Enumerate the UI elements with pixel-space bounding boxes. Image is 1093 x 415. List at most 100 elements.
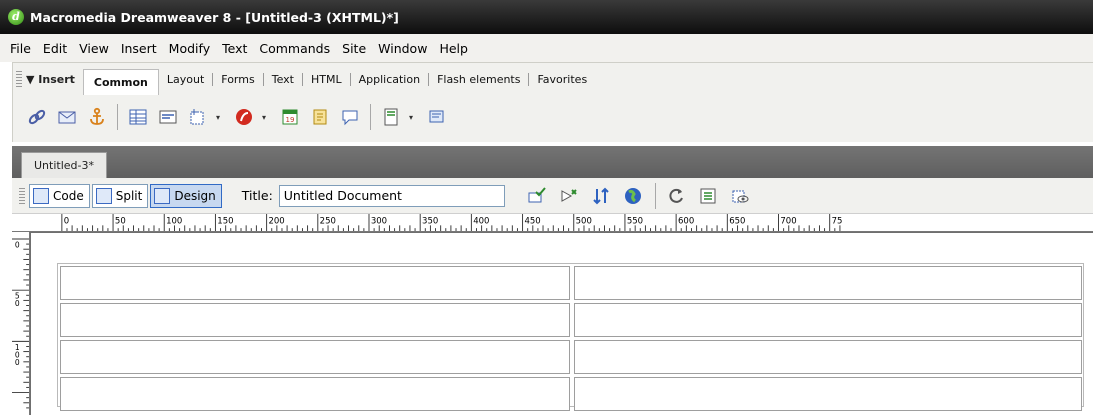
table-cell[interactable] [60, 340, 570, 374]
ruler-label: 0 [15, 240, 20, 249]
refresh-icon[interactable] [664, 184, 688, 208]
ruler-label: 150 [217, 216, 233, 226]
tab-html[interactable]: HTML [301, 72, 350, 86]
table-cell[interactable] [574, 377, 1082, 411]
head-icon[interactable] [379, 105, 403, 129]
ruler-label: 100 [166, 216, 182, 226]
document-window: Untitled-3* Code Split Design Title: Unt… [12, 146, 1093, 415]
table-cell[interactable] [574, 340, 1082, 374]
code-view-icon [33, 187, 49, 204]
tab-flash-elements[interactable]: Flash elements [428, 72, 528, 86]
table-row [60, 266, 1082, 300]
insert-tabs: ▼ Insert Common Layout Forms Text HTML A… [13, 63, 1093, 95]
separator [654, 182, 656, 209]
table-cell[interactable] [60, 377, 570, 411]
page-title-input[interactable] [278, 184, 505, 207]
ruler-label: 0 [15, 299, 20, 308]
menu-insert[interactable]: Insert [115, 41, 163, 56]
code-view-label: Code [53, 188, 84, 203]
chevron-down-icon[interactable]: ▾ [409, 113, 417, 122]
email-link-icon[interactable] [55, 105, 79, 129]
tab-forms[interactable]: Forms [212, 72, 262, 86]
validate-icon[interactable] [525, 184, 549, 208]
chevron-down-icon[interactable]: ▾ [262, 113, 270, 122]
menu-site[interactable]: Site [336, 41, 372, 56]
chevron-down-icon[interactable]: ▾ [216, 113, 224, 122]
tab-favorites[interactable]: Favorites [528, 72, 595, 86]
sync-icon[interactable] [589, 184, 613, 208]
separator [117, 104, 118, 130]
named-anchor-icon[interactable] [85, 105, 109, 129]
ruler-label: 500 [576, 216, 592, 226]
hyperlink-icon[interactable] [25, 105, 49, 129]
table-cell[interactable] [60, 303, 570, 337]
menu-window[interactable]: Window [372, 41, 433, 56]
visual-aids-icon[interactable] [728, 184, 752, 208]
ruler-label: 0 [64, 216, 69, 226]
div-tag-icon[interactable] [156, 105, 180, 129]
menu-commands[interactable]: Commands [253, 41, 336, 56]
templates-icon[interactable] [425, 105, 449, 129]
dreamweaver-logo-icon: d [8, 9, 24, 25]
menu-edit[interactable]: Edit [37, 41, 73, 56]
menu-text[interactable]: Text [216, 41, 253, 56]
horizontal-ruler[interactable]: 0 50 100 150 200 250 300 350 400 450 500 550 600 650 7… [12, 214, 1093, 232]
window-title: Macromedia Dreamweaver 8 - [Untitled-3 (… [30, 9, 399, 25]
separator [370, 104, 371, 130]
insert-panel-label[interactable]: ▼ Insert [26, 73, 75, 86]
tab-text[interactable]: Text [262, 72, 302, 86]
server-side-include-icon[interactable] [308, 105, 332, 129]
media-icon[interactable] [232, 105, 256, 129]
insert-bar: ▼ Insert Common Layout Forms Text HTML A… [12, 62, 1093, 142]
date-icon[interactable]: 19 [278, 105, 302, 129]
document-tab-bar: Untitled-3* [12, 146, 1093, 178]
preview-browser-icon[interactable] [621, 184, 645, 208]
menu-file[interactable]: File [4, 41, 37, 56]
ruler-label: 250 [320, 216, 336, 226]
ruler-label: 350 [422, 216, 438, 226]
ruler-label: 0 [15, 358, 20, 367]
table-cell[interactable] [60, 266, 570, 300]
table-cell[interactable] [574, 266, 1082, 300]
ruler-label: 400 [473, 216, 489, 226]
vertical-ruler[interactable]: 050100 [12, 232, 30, 415]
table-row [60, 377, 1082, 411]
document-toolbar: Code Split Design Title: [12, 178, 1093, 214]
insert-bar-grip[interactable] [16, 71, 22, 87]
tab-common[interactable]: Common [82, 69, 159, 95]
table-cell[interactable] [574, 303, 1082, 337]
tab-application[interactable]: Application [349, 72, 428, 86]
title-bar: d Macromedia Dreamweaver 8 - [Untitled-3… [0, 0, 1093, 34]
view-options-icon[interactable] [696, 184, 720, 208]
menu-modify[interactable]: Modify [163, 41, 216, 56]
image-icon[interactable] [186, 105, 210, 129]
code-view-button[interactable]: Code [29, 183, 90, 208]
ruler-label: 200 [269, 216, 285, 226]
comment-icon[interactable] [338, 105, 362, 129]
design-view-label: Design [174, 188, 216, 203]
document-tab[interactable]: Untitled-3* [21, 152, 107, 178]
ruler-label: 75 [832, 216, 843, 226]
design-view-icon [154, 187, 171, 204]
menu-bar: File Edit View Insert Modify Text Comman… [0, 34, 1093, 62]
document-toolbar-icons [525, 182, 760, 209]
split-view-icon [95, 187, 112, 204]
svg-text:19: 19 [286, 116, 295, 124]
ruler-label: 600 [678, 216, 694, 226]
table-icon[interactable] [126, 105, 150, 129]
ruler-label: 650 [729, 216, 745, 226]
menu-view[interactable]: View [73, 41, 115, 56]
design-view[interactable] [31, 233, 1093, 415]
split-view-button[interactable]: Split [91, 183, 149, 208]
tab-layout[interactable]: Layout [159, 73, 212, 86]
design-view-button[interactable]: Design [150, 183, 222, 208]
ruler-label: 550 [627, 216, 643, 226]
layout-table[interactable] [57, 263, 1084, 411]
ruler-label: 50 [115, 216, 126, 226]
menu-help[interactable]: Help [433, 41, 474, 56]
file-management-icon[interactable] [557, 184, 581, 208]
ruler-label: 700 [780, 216, 796, 226]
table-row [60, 303, 1082, 337]
toolbar-grip[interactable] [19, 187, 25, 204]
ruler-label: 300 [371, 216, 387, 226]
